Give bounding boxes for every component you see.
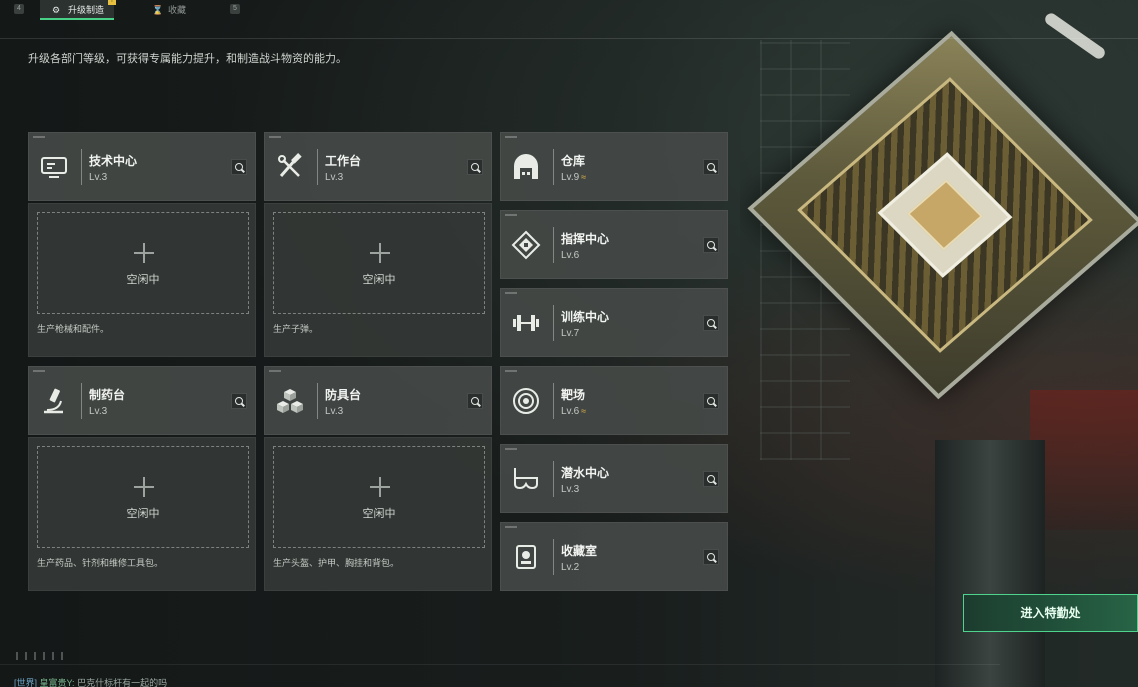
key-hint-right: 5 (230, 4, 240, 14)
target-icon (513, 388, 539, 414)
dept-name: 潜水中心 (561, 466, 610, 480)
tab-label: 收藏 (168, 5, 187, 15)
tab-upgrade-craft[interactable]: ⚙ 升级制造 ! (40, 0, 117, 20)
dept-level: Lv.3 (89, 406, 108, 417)
dept-card-pharmacy[interactable]: 制药台 Lv.3 (28, 366, 256, 435)
tab-label: 升级制造 (68, 5, 105, 15)
craft-slot[interactable]: 空闲中 (37, 212, 249, 314)
plus-icon (370, 243, 390, 263)
cubes-icon (277, 389, 303, 413)
divider (0, 38, 1138, 39)
dept-level: Lv.6 ≈ (561, 406, 587, 417)
craft-slot[interactable]: 空闲中 (273, 446, 485, 548)
search-icon[interactable] (703, 471, 719, 487)
dept-card-warehouse[interactable]: 仓库 Lv.9 ≈ (500, 132, 728, 201)
dept-level: Lv.6 (561, 250, 580, 261)
dumbbell-icon (513, 315, 539, 331)
dept-card-command-center[interactable]: 指挥中心 Lv.6 (500, 210, 728, 279)
red-wall-light (1030, 390, 1138, 530)
dept-name: 靶场 (561, 388, 586, 402)
dept-name: 仓库 (561, 154, 586, 168)
monitor-icon (41, 157, 67, 178)
dept-level: Lv.7 (561, 328, 580, 339)
notice-badge: ! (108, 0, 117, 5)
plus-icon (134, 477, 154, 497)
dept-description: 生产头盔、护甲、胸挂和背包。 (273, 558, 400, 568)
dept-name: 工作台 (325, 154, 362, 168)
dept-card-collection-room[interactable]: 收藏室 Lv.2 (500, 522, 728, 591)
dept-card-armor-bench[interactable]: 防具台 Lv.3 (264, 366, 492, 435)
dept-card-tech-center[interactable]: 技术中心 Lv.3 (28, 132, 256, 201)
chat-line[interactable]: [世界] 皇富贵Y: 巴克什标杆有一起的吗 (14, 676, 167, 687)
slot-status: 空闲中 (362, 508, 396, 520)
craft-slot[interactable]: 空闲中 (37, 446, 249, 548)
key-hint-left: 4 (14, 4, 24, 14)
divider (0, 664, 1000, 665)
dept-card-shooting-range[interactable]: 靶场 Lv.6 ≈ (500, 366, 728, 435)
dept-name: 制药台 (89, 388, 126, 402)
dept-description: 生产枪械和配件。 (37, 324, 110, 334)
dept-card-diving-center[interactable]: 潜水中心 Lv.3 (500, 444, 728, 513)
dept-level: Lv.3 (89, 172, 108, 183)
top-tab-bar: 4 ⚙ 升级制造 ! ⌛ 收藏 5 (0, 0, 1138, 22)
chat-channel: [世界] (14, 678, 38, 687)
dept-name: 指挥中心 (561, 232, 610, 246)
chat-sender: 皇富贵Y: (39, 678, 75, 687)
dept-name: 防具台 (325, 388, 362, 402)
craft-slot[interactable]: 空闲中 (273, 212, 485, 314)
dept-description: 生产子弹。 (273, 324, 319, 334)
search-icon[interactable] (467, 159, 483, 175)
enter-special-ops-button[interactable]: 进入特勤处 (963, 594, 1138, 632)
search-icon[interactable] (703, 393, 719, 409)
microscope-icon (44, 388, 63, 414)
page-subtitle: 升级各部门等级，可获得专属能力提升，和制造战斗物资的能力。 (28, 53, 347, 65)
tools-icon (278, 153, 302, 177)
hint-marks (16, 652, 66, 660)
plus-icon (370, 477, 390, 497)
search-icon[interactable] (467, 393, 483, 409)
search-icon[interactable] (703, 237, 719, 253)
dept-level: Lv.3 (325, 406, 344, 417)
dept-level: Lv.3 (325, 172, 344, 183)
dept-card-training-center[interactable]: 训练中心 Lv.7 (500, 288, 728, 357)
dept-level: Lv.2 (561, 562, 580, 573)
dept-name: 收藏室 (561, 544, 598, 558)
craft-panel-pharmacy: 空闲中 生产药品、针剂和维修工具包。 (28, 437, 256, 591)
dept-description: 生产药品、针剂和维修工具包。 (37, 558, 164, 568)
dept-level: Lv.9 ≈ (561, 172, 587, 183)
search-icon[interactable] (703, 549, 719, 565)
search-icon[interactable] (703, 159, 719, 175)
slot-status: 空闲中 (126, 508, 160, 520)
plus-icon (134, 243, 154, 263)
craft-panel-armor-bench: 空闲中 生产头盔、护甲、胸挂和背包。 (264, 437, 492, 591)
tab-collection[interactable]: ⌛ 收藏 (140, 0, 196, 20)
upgrade-available-icon: ≈ (581, 172, 587, 182)
craft-panel-workbench: 空闲中 生产子弹。 (264, 203, 492, 357)
search-icon[interactable] (231, 159, 247, 175)
dept-name: 技术中心 (89, 154, 138, 168)
trophy-icon: ⌛ (152, 5, 164, 15)
warehouse-icon (514, 154, 538, 179)
dept-name: 训练中心 (561, 310, 610, 324)
command-icon (511, 230, 541, 260)
chat-message: 巴克什标杆有一起的吗 (77, 678, 168, 687)
diving-mask-icon (514, 468, 538, 490)
search-icon[interactable] (703, 315, 719, 331)
slot-status: 空闲中 (126, 274, 160, 286)
slot-status: 空闲中 (362, 274, 396, 286)
facility-artwork (740, 0, 1138, 687)
cube-pillar (935, 440, 1045, 687)
dept-card-workbench[interactable]: 工作台 Lv.3 (264, 132, 492, 201)
gear-icon: ⚙ (52, 5, 61, 15)
craft-panel-tech-center: 空闲中 生产枪械和配件。 (28, 203, 256, 357)
dept-level: Lv.3 (561, 484, 580, 495)
upgrade-available-icon: ≈ (581, 406, 587, 416)
collection-icon (516, 545, 536, 569)
search-icon[interactable] (231, 393, 247, 409)
